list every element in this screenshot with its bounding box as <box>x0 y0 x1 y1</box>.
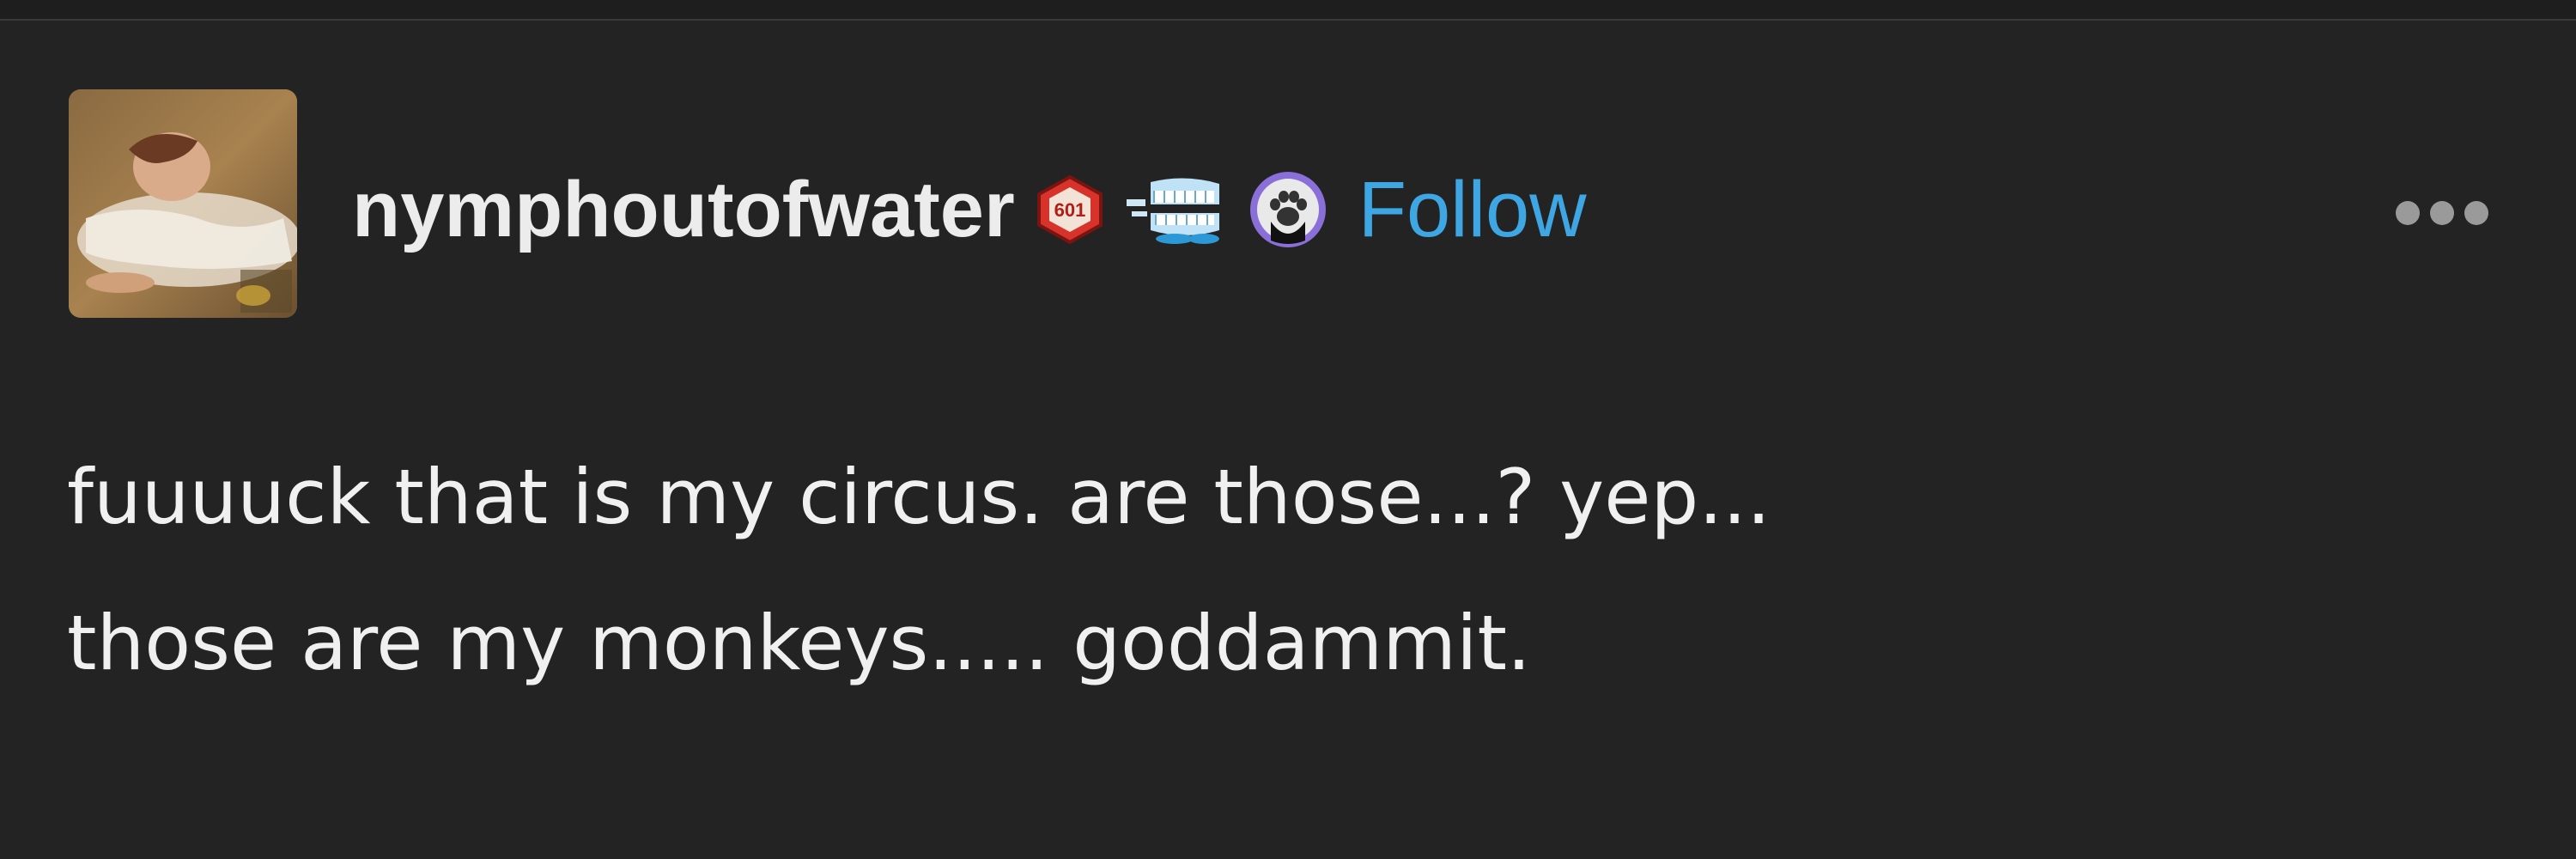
more-dot <box>2396 201 2420 225</box>
level-badge-label: 601 <box>1054 199 1085 221</box>
more-options-icon[interactable] <box>2396 201 2488 225</box>
post-text-line: those are my monkeys..... goddammit. <box>67 599 1531 687</box>
post-card: nymphoutofwater 601 Follow fuuuuck that … <box>0 21 2576 859</box>
avatar-painting-image <box>69 89 297 318</box>
follow-button[interactable]: Follow <box>1358 170 1587 249</box>
chattering-teeth-icon[interactable] <box>1125 174 1228 246</box>
post-header: nymphoutofwater 601 Follow <box>352 158 1587 261</box>
top-divider <box>0 0 2576 21</box>
level-badge-icon[interactable]: 601 <box>1034 174 1106 246</box>
post-text-line: fuuuuck that is my circus. are those...?… <box>67 453 1771 541</box>
username-link[interactable]: nymphoutofwater <box>352 170 1015 249</box>
post-body: fuuuuck that is my circus. are those...?… <box>67 424 2471 716</box>
paw-icon[interactable] <box>1247 168 1329 251</box>
avatar[interactable] <box>69 89 297 318</box>
more-dot <box>2464 201 2488 225</box>
more-dot <box>2430 201 2454 225</box>
